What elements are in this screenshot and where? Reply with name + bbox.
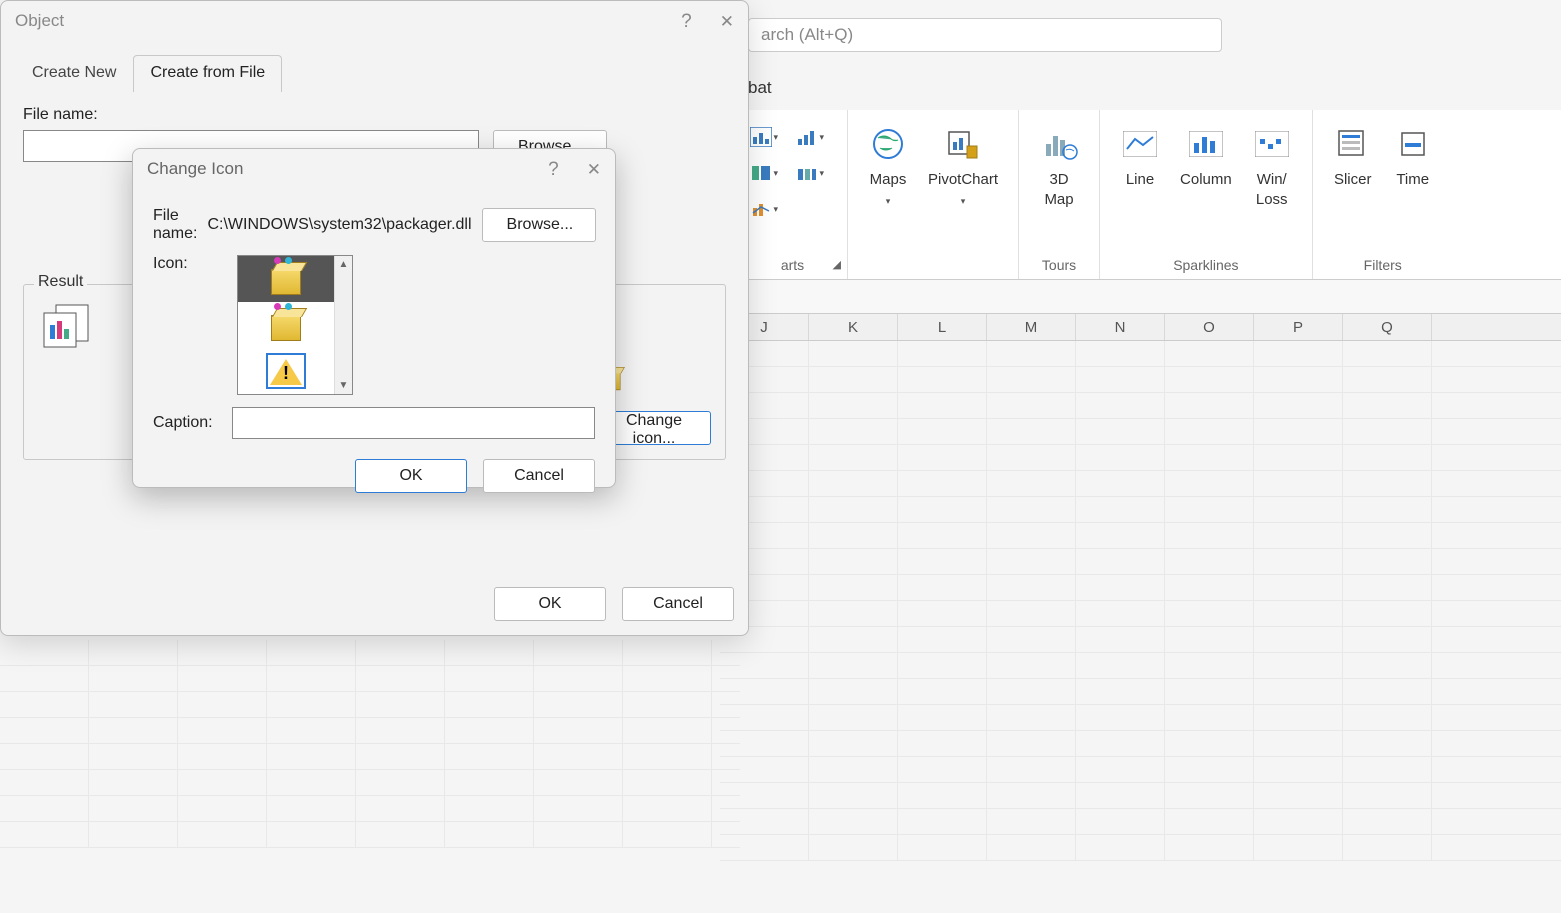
- scroll-down-icon[interactable]: ▼: [339, 377, 349, 394]
- result-legend: Result: [34, 273, 87, 291]
- chart-statistic-icon[interactable]: ▾: [796, 160, 836, 186]
- ribbon-group-sparklines: Line Column Win/ Loss Sparklines: [1100, 110, 1313, 279]
- chart-map-small-icon[interactable]: ▾: [750, 160, 790, 186]
- change-icon-dialog: Change Icon ? ✕ File name: C:\WINDOWS\sy…: [132, 148, 616, 488]
- object-dialog-close-icon[interactable]: ✕: [720, 13, 734, 30]
- object-dialog-tabs: Create New Create from File: [1, 55, 748, 92]
- col-head-N[interactable]: N: [1076, 314, 1165, 340]
- ribbon-group-label-filters: Filters: [1364, 257, 1402, 279]
- sparkline-winloss-label: Win/ Loss: [1256, 170, 1288, 209]
- chart-combo-icon[interactable]: ▾: [750, 196, 790, 222]
- slicer-icon: [1333, 124, 1373, 164]
- chart-hierarchy-icon[interactable]: ▾: [796, 124, 836, 150]
- ci-cancel-button[interactable]: Cancel: [483, 459, 595, 493]
- icon-listbox[interactable]: ▲ ▼: [237, 255, 353, 395]
- chart-recommended-icon[interactable]: ▾: [750, 124, 790, 150]
- timeline-icon: [1393, 124, 1433, 164]
- col-head-O[interactable]: O: [1165, 314, 1254, 340]
- col-header-gutter: [720, 280, 1561, 313]
- sparkline-line-button[interactable]: Line: [1110, 116, 1170, 257]
- object-dialog-title: Object: [15, 11, 64, 31]
- object-filename-label: File name:: [23, 106, 726, 124]
- cells-left[interactable]: [0, 640, 740, 913]
- ribbon-group-label-sparklines: Sparklines: [1173, 257, 1238, 279]
- ci-path-text: C:\WINDOWS\system32\packager.dll: [207, 216, 471, 234]
- change-icon-close-icon[interactable]: ✕: [587, 161, 601, 178]
- ribbon: ▾ ▾ ▾ ▾ ▾ arts ◢ Maps ▾: [738, 110, 1561, 280]
- slicer-label: Slicer: [1334, 170, 1372, 190]
- icon-list-scrollbar[interactable]: ▲ ▼: [334, 256, 352, 394]
- sparkline-winloss-button[interactable]: Win/ Loss: [1242, 116, 1302, 257]
- maps-button[interactable]: Maps ▾: [858, 116, 918, 279]
- sparkline-winloss-icon: [1252, 124, 1292, 164]
- slicer-button[interactable]: Slicer: [1323, 116, 1383, 257]
- 3dmap-icon: [1039, 124, 1079, 164]
- chevron-down-icon: ▾: [886, 196, 891, 207]
- chevron-down-icon: ▾: [961, 196, 966, 207]
- cells-right[interactable]: [720, 341, 1561, 913]
- tab-create-from-file[interactable]: Create from File: [133, 55, 282, 92]
- col-head-P[interactable]: P: [1254, 314, 1343, 340]
- object-ok-button[interactable]: OK: [494, 587, 606, 621]
- pivotchart-label: PivotChart: [928, 170, 998, 190]
- col-head-L[interactable]: L: [898, 314, 987, 340]
- object-dialog-titlebar[interactable]: Object ? ✕: [1, 1, 748, 41]
- ribbon-group-tours: 3D Map Tours: [1019, 110, 1100, 279]
- pivotchart-button[interactable]: PivotChart ▾: [918, 116, 1008, 279]
- icon-item-package-selected[interactable]: [238, 256, 334, 302]
- icon-item-warning[interactable]: [238, 348, 334, 394]
- change-icon-title: Change Icon: [147, 159, 243, 179]
- charts-dialog-launcher-icon[interactable]: ◢: [833, 258, 841, 271]
- scroll-up-icon[interactable]: ▲: [339, 256, 349, 273]
- sparkline-column-icon: [1186, 124, 1226, 164]
- globe-icon: [868, 124, 908, 164]
- maps-label: Maps: [870, 170, 907, 190]
- column-headers: J K L M N O P Q: [720, 313, 1561, 341]
- icon-item-package-alt[interactable]: [238, 302, 334, 348]
- 3dmap-label: 3D Map: [1044, 170, 1073, 209]
- change-icon-help-icon[interactable]: ?: [548, 160, 559, 179]
- col-head-M[interactable]: M: [987, 314, 1076, 340]
- ci-caption-input[interactable]: [232, 407, 595, 439]
- col-head-Q[interactable]: Q: [1343, 314, 1432, 340]
- object-dialog-footer: OK Cancel: [494, 587, 734, 621]
- sparkline-line-label: Line: [1126, 170, 1154, 190]
- ci-icon-label: Icon:: [153, 255, 227, 273]
- ribbon-tab-visible: bat: [748, 78, 772, 98]
- sparkline-column-label: Column: [1180, 170, 1232, 190]
- ribbon-group-label-charts: arts: [781, 257, 804, 279]
- sparkline-column-button[interactable]: Column: [1170, 116, 1242, 257]
- object-cancel-button[interactable]: Cancel: [622, 587, 734, 621]
- timeline-label: Time: [1396, 170, 1429, 190]
- col-head-K[interactable]: K: [809, 314, 898, 340]
- result-object-icon: [38, 303, 94, 349]
- search-input[interactable]: arch (Alt+Q): [748, 18, 1222, 52]
- ci-browse-button[interactable]: Browse...: [482, 208, 596, 242]
- ci-caption-label: Caption:: [153, 414, 222, 432]
- ci-filename-label: File name:: [153, 207, 197, 243]
- pivotchart-icon: [943, 124, 983, 164]
- ci-ok-button[interactable]: OK: [355, 459, 467, 493]
- ribbon-group-maps-pivot: Maps ▾ PivotChart ▾: [848, 110, 1019, 279]
- ribbon-group-label-tours: Tours: [1042, 257, 1076, 279]
- change-icon-titlebar[interactable]: Change Icon ? ✕: [133, 149, 615, 189]
- tab-create-new[interactable]: Create New: [15, 55, 133, 92]
- object-dialog-help-icon[interactable]: ?: [681, 12, 692, 31]
- timeline-button[interactable]: Time: [1383, 116, 1443, 257]
- sparkline-line-icon: [1120, 124, 1160, 164]
- 3dmap-button[interactable]: 3D Map: [1029, 116, 1089, 209]
- ribbon-group-charts: ▾ ▾ ▾ ▾ ▾ arts ◢: [738, 110, 848, 279]
- search-placeholder-text: arch (Alt+Q): [761, 25, 853, 45]
- ribbon-group-filters: Slicer Time Filters: [1313, 110, 1453, 279]
